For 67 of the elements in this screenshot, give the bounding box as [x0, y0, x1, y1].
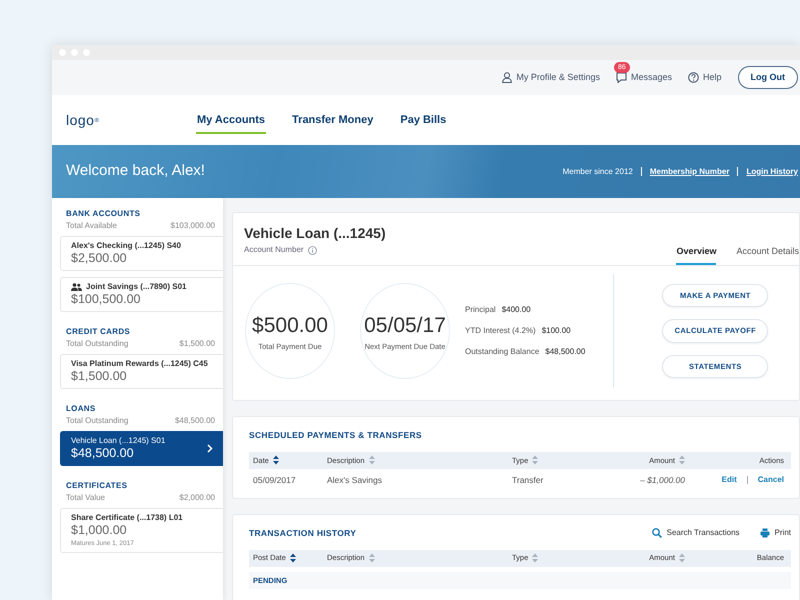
total-label: Total Outstanding [66, 338, 128, 350]
account-name: Joint Savings (...7890) S01 [86, 282, 186, 292]
section-heading: CREDIT CARDS [65, 326, 132, 338]
section-heading: BANK ACCOUNTS [65, 208, 142, 220]
total-amount: $48,500.00 [174, 415, 215, 427]
summary-value: $500.00 [252, 312, 328, 339]
detail-value: $100.00 [542, 326, 571, 335]
search-icon [652, 528, 662, 538]
row-action-link[interactable]: Cancel [758, 474, 784, 486]
top-link[interactable]: Help [688, 70, 722, 84]
total-label: Total Available [66, 220, 117, 232]
section-heading: CERTIFICATES [65, 480, 128, 492]
account-card[interactable]: Joint Savings (...7890) S01 $100,500.00 [60, 277, 223, 312]
top-link[interactable]: My Profile & Settings [502, 70, 600, 84]
row-action-link[interactable]: Edit [722, 474, 737, 486]
account-tab[interactable]: Account Details [736, 240, 799, 265]
detail-label: Outstanding Balance [465, 347, 540, 356]
table-cell-text: Alex's Savings [327, 474, 384, 487]
account-number-label: Account Number [244, 244, 304, 256]
total-amount: $1,500.00 [179, 338, 215, 350]
detail-label: Principal [465, 305, 496, 314]
banner-link[interactable]: Login History [746, 166, 798, 178]
section-heading: LOANS [65, 403, 96, 415]
banner-link[interactable]: Membership Number [650, 166, 730, 178]
account-balance: $1,500.00 [71, 369, 128, 384]
logout-button[interactable]: Log Out [738, 66, 798, 90]
account-name: Share Certificate (...1738) L01 [71, 513, 183, 523]
nav-tab[interactable]: My Accounts [196, 106, 266, 134]
account-name: Vehicle Loan (...1245) S01 [71, 436, 166, 446]
total-label: Total Outstanding [66, 415, 128, 427]
person-icon [502, 72, 512, 83]
help-icon [688, 72, 699, 83]
detail-label: YTD Interest (4.2%) [465, 326, 536, 335]
summary-value: 05/05/17 [364, 312, 446, 339]
table-cell-text: – $1,000.00 [639, 474, 686, 487]
account-tab[interactable]: Overview [676, 240, 716, 265]
account-name: Visa Platinum Rewards (...1245) C45 [71, 359, 208, 369]
toolbar-link[interactable]: Print [760, 527, 791, 540]
account-title: Vehicle Loan (...1245) [244, 224, 387, 243]
toolbar-link[interactable]: Search Transactions [652, 527, 740, 540]
account-card[interactable]: Visa Platinum Rewards (...1245) C45 $1,500.00 [60, 354, 223, 389]
account-balance: $1,000.00 [71, 523, 128, 538]
account-name: Alex's Checking (...1245) S40 [71, 241, 181, 251]
chevron-right-icon [207, 444, 213, 453]
account-balance: $100,500.00 [71, 292, 142, 307]
nav-tab[interactable]: Transfer Money [291, 106, 374, 134]
detail-value: $400.00 [502, 305, 531, 314]
account-balance: $2,500.00 [71, 251, 128, 266]
total-amount: $103,000.00 [170, 220, 215, 232]
account-card[interactable]: Alex's Checking (...1245) S40 $2,500.00 [60, 236, 223, 271]
chat-icon [616, 72, 627, 83]
table-cell-text: 05/09/2017 [253, 474, 297, 487]
nav-tab[interactable]: Pay Bills [399, 106, 448, 134]
table-cell-text: Transfer [512, 474, 544, 487]
logo: logo$^{®}$ [66, 110, 100, 130]
member-since-text: Member since 2012 [562, 166, 633, 178]
detail-value: $48,500.00 [545, 347, 586, 356]
panel-title: SCHEDULED PAYMENTS & TRANSFERS [249, 429, 423, 442]
panel-title: TRANSACTION HISTORY [249, 526, 358, 540]
info-icon [308, 246, 317, 254]
welcome-message: Welcome back, Alex! [66, 161, 206, 182]
account-balance: $48,500.00 [71, 446, 135, 461]
total-label: Total Value [66, 492, 105, 504]
top-link[interactable]: Messages [616, 70, 672, 84]
total-amount: $2,000.00 [179, 492, 215, 504]
printer-icon [760, 528, 770, 538]
account-card[interactable]: Vehicle Loan (...1245) S01 $48,500.00 [60, 431, 223, 466]
